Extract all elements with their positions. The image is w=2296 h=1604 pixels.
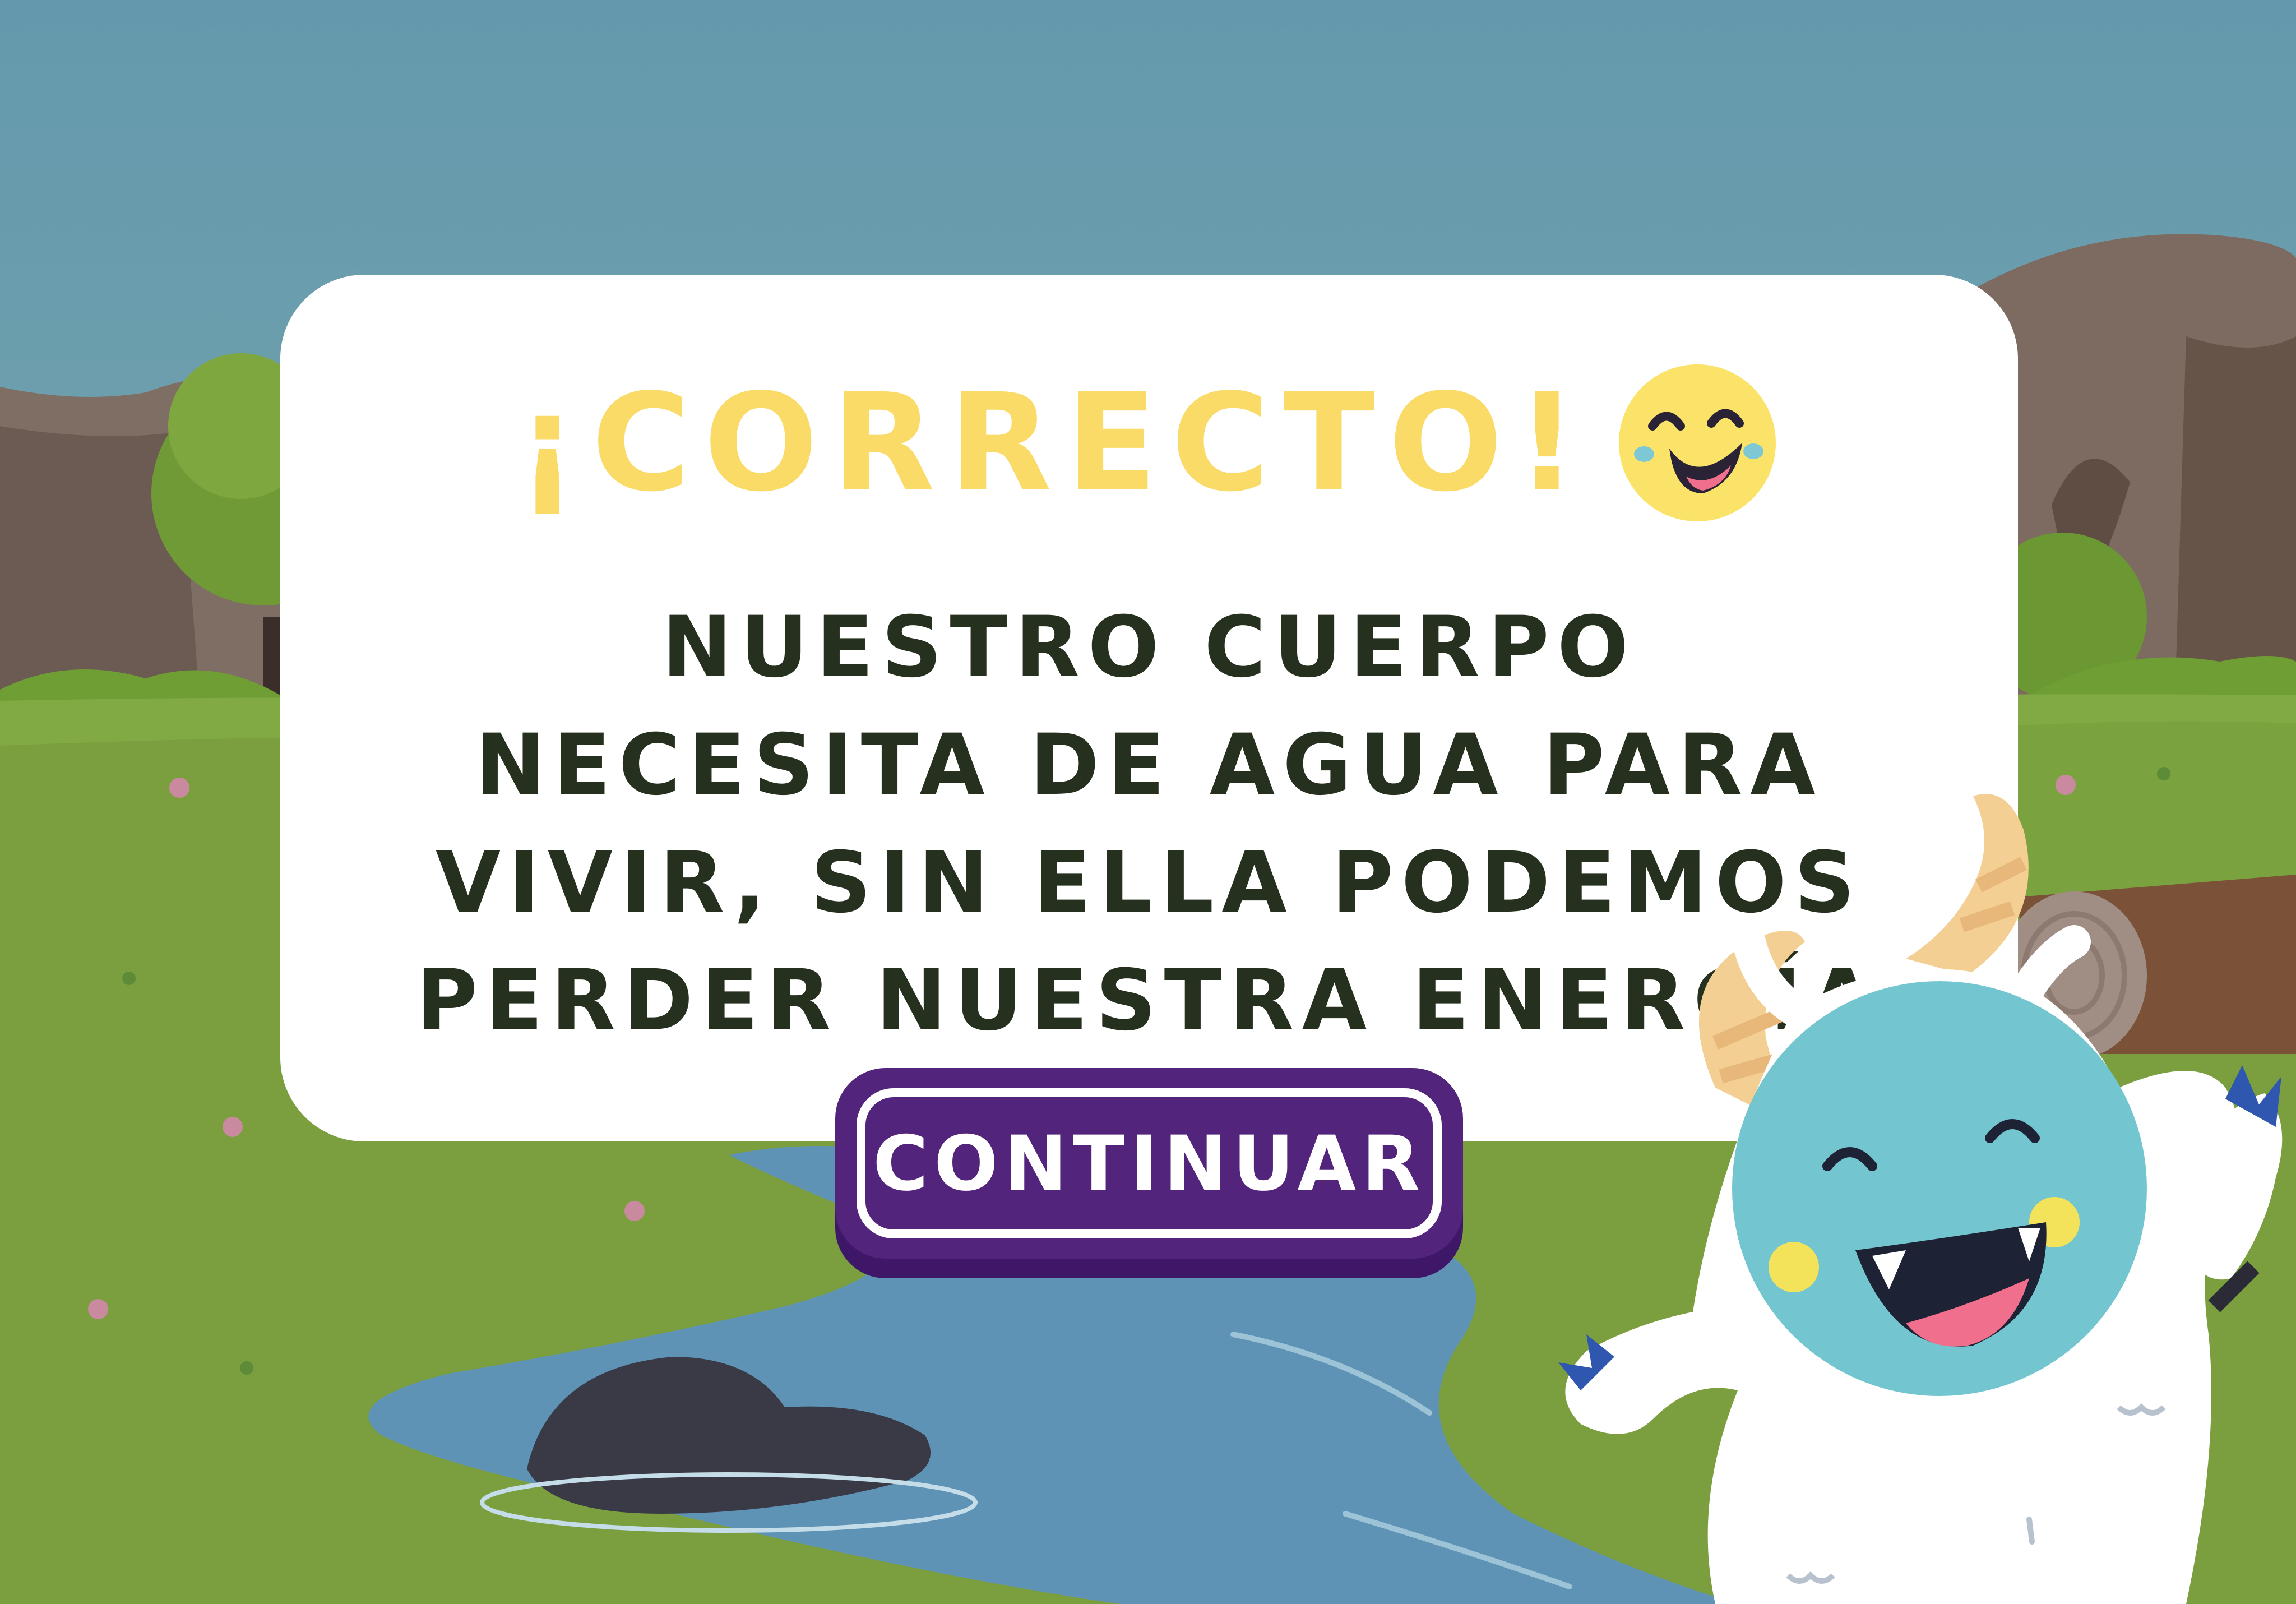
feedback-title-row: ¡CORRECTO! <box>280 359 2018 527</box>
laughing-face-icon <box>1619 364 1776 521</box>
continue-button-body[interactable]: CONTINUAR <box>835 1068 1463 1259</box>
continue-button[interactable]: CONTINUAR <box>835 1068 1463 1278</box>
feedback-title: ¡CORRECTO! <box>516 364 1591 521</box>
continue-button-frame[interactable]: CONTINUAR <box>857 1088 1442 1238</box>
yeti-mascot-icon <box>1558 794 2283 1604</box>
game-screen: ¡CORRECTO! NUESTRO CUERPO NECESITA DE AG… <box>0 0 2296 1604</box>
continue-button-label[interactable]: CONTINUAR <box>873 1120 1425 1208</box>
right-horn <box>1906 794 2029 976</box>
